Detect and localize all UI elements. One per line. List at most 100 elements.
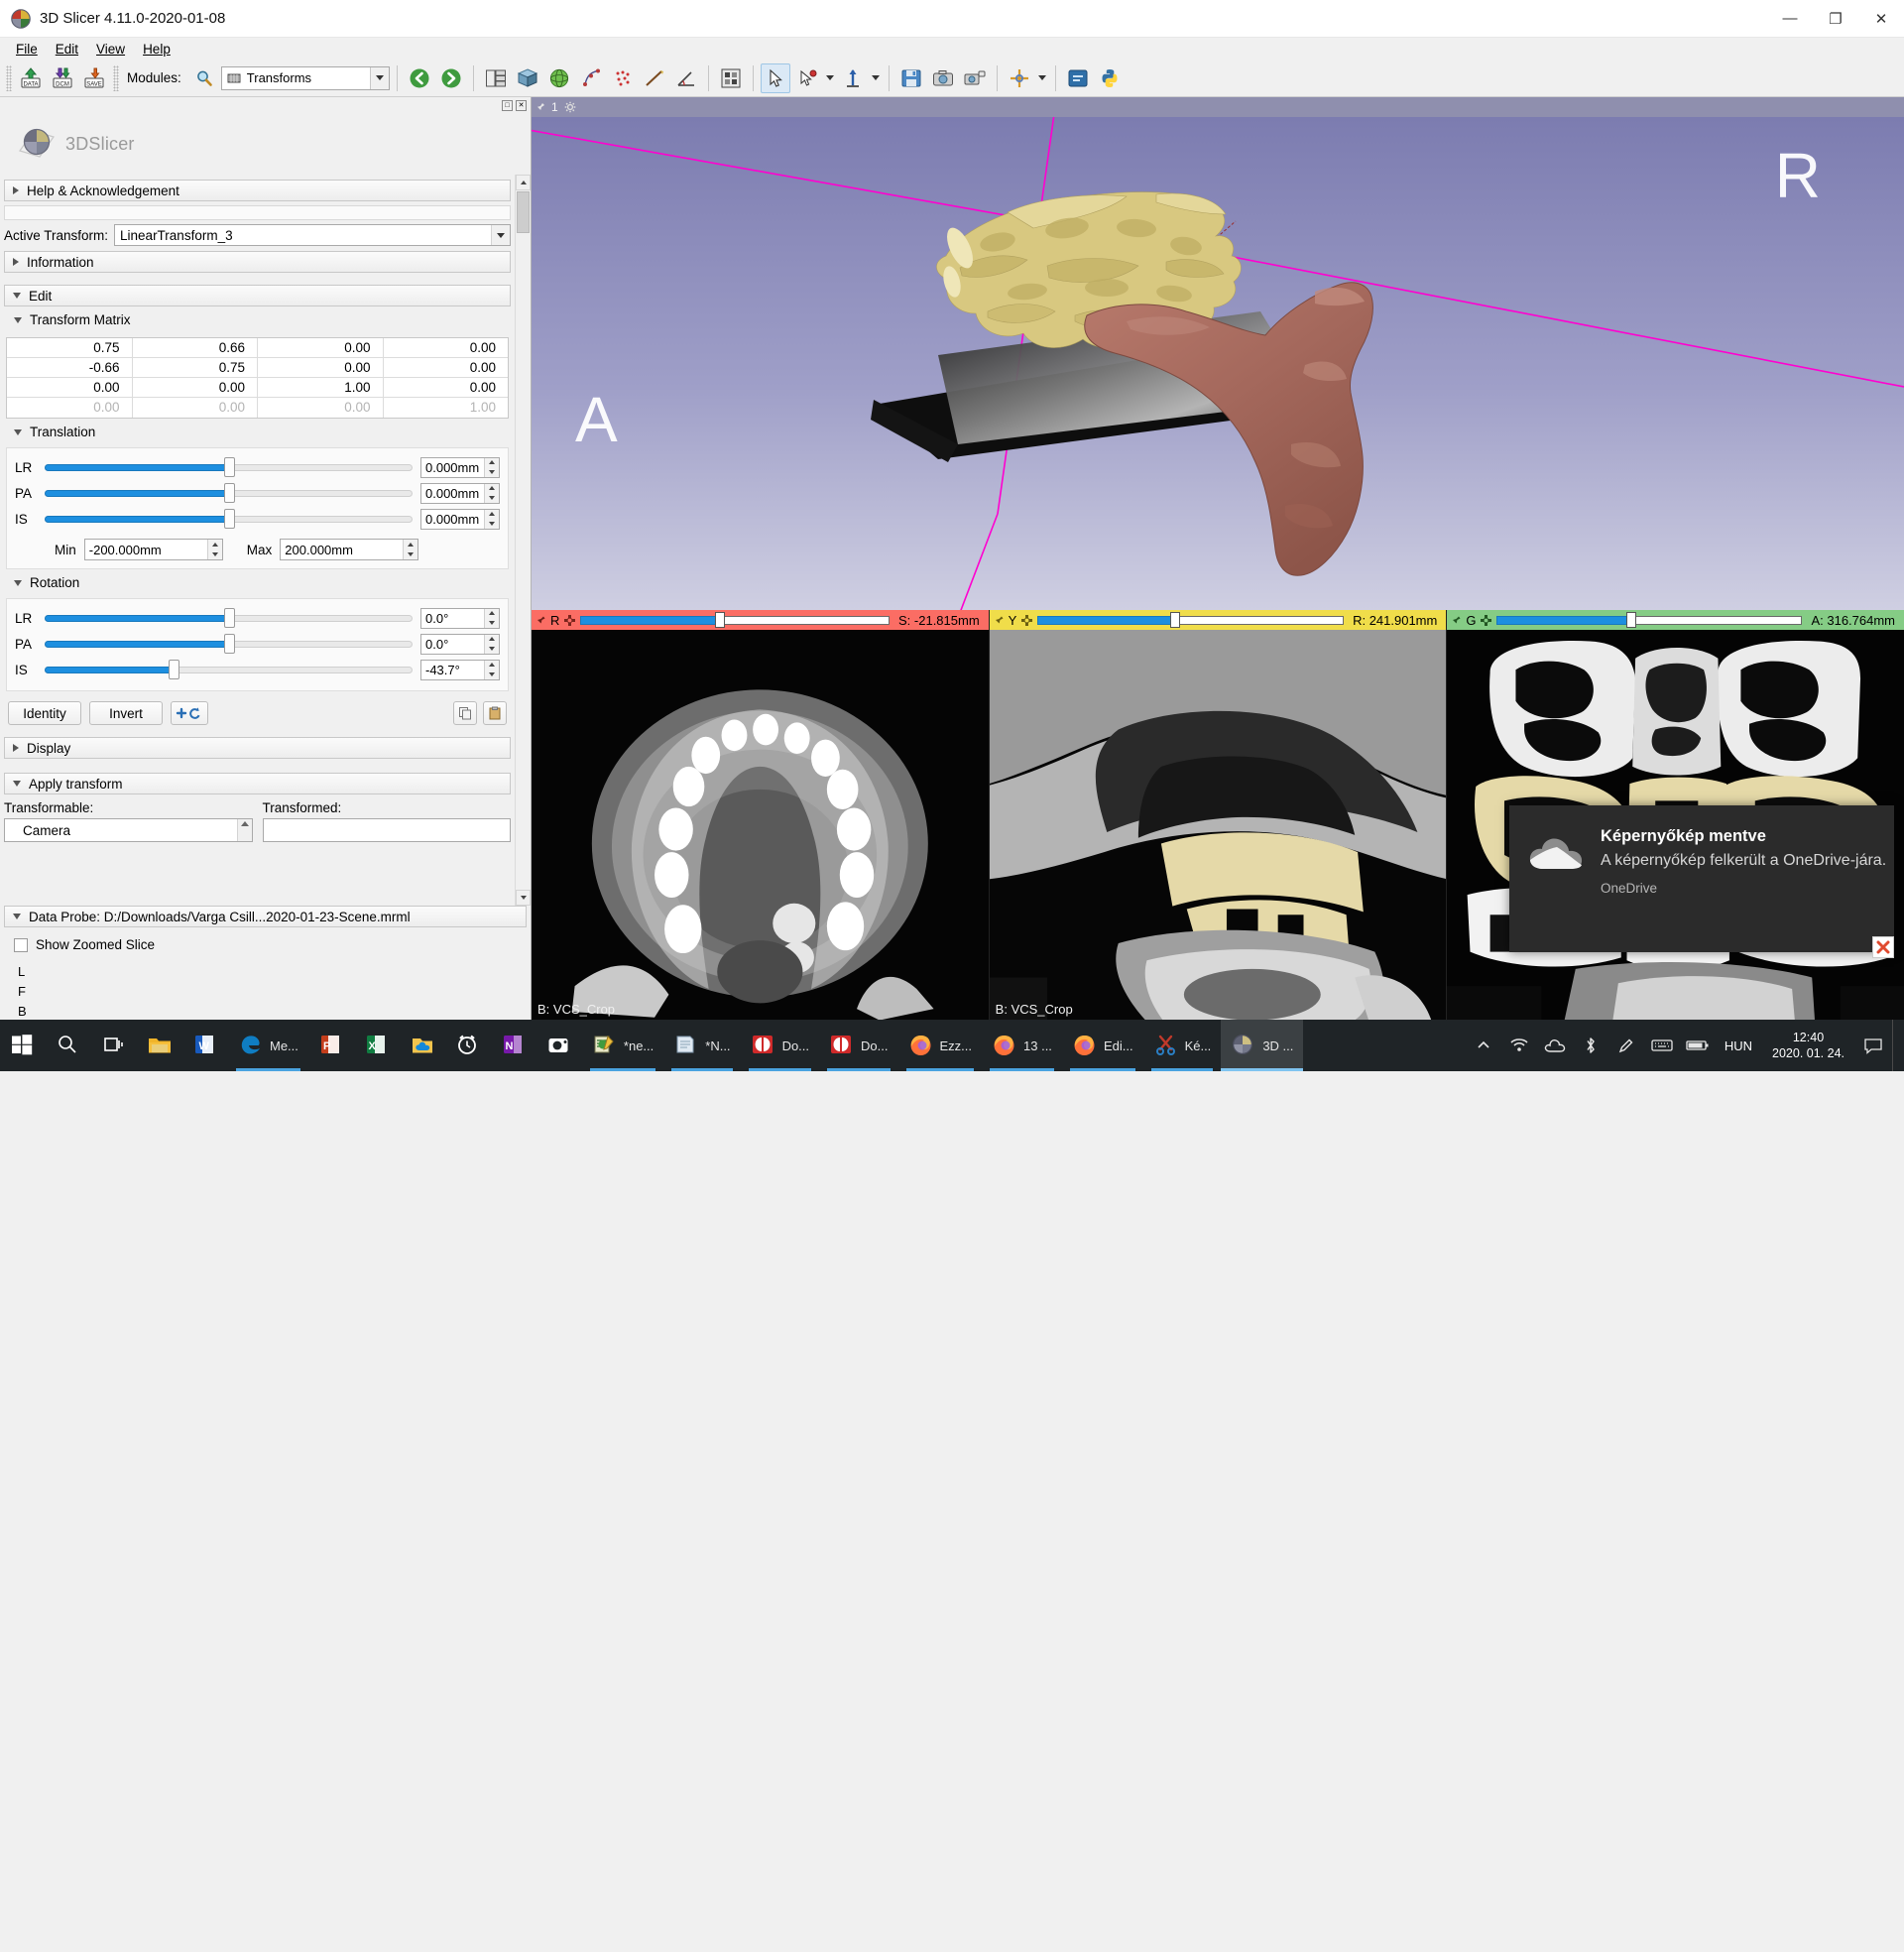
notepadpp-button[interactable]: *ne...	[582, 1020, 663, 1071]
tray-overflow-button[interactable]	[1467, 1020, 1500, 1071]
spin-buttons[interactable]	[403, 540, 417, 559]
section-information[interactable]: Information	[4, 251, 511, 273]
matrix-cell[interactable]: 0.00	[384, 378, 509, 398]
paste-button[interactable]	[483, 701, 507, 725]
minimize-button[interactable]: —	[1767, 0, 1813, 38]
menu-view[interactable]: View	[88, 40, 133, 59]
slider-handle[interactable]	[224, 634, 235, 654]
pin-icon[interactable]	[536, 615, 546, 626]
matrix-cell[interactable]: 0.00	[384, 358, 509, 378]
crosshair-button[interactable]	[1005, 63, 1034, 93]
slider-handle[interactable]	[224, 509, 235, 529]
slice-red-image[interactable]: B: VCS_Crop	[532, 630, 989, 1022]
slicer-taskbar-button[interactable]: 3D ...	[1221, 1020, 1303, 1071]
dicom-viewer-1-button[interactable]: Do...	[741, 1020, 819, 1071]
translation-lr-spinbox[interactable]: 0.000mm	[420, 457, 500, 478]
extension-manager-button[interactable]	[1063, 63, 1093, 93]
scroll-down-button[interactable]	[516, 890, 531, 906]
gear-icon[interactable]	[564, 101, 576, 113]
camera-button[interactable]	[536, 1020, 582, 1071]
pin-icon[interactable]	[536, 102, 545, 112]
spin-down-button[interactable]	[207, 549, 222, 559]
spin-up-button[interactable]	[484, 458, 499, 468]
clock-app-button[interactable]	[445, 1020, 491, 1071]
rotation-is-spinbox[interactable]: -43.7°	[420, 660, 500, 680]
python-console-button[interactable]	[1095, 63, 1125, 93]
start-button[interactable]	[0, 1020, 46, 1071]
active-transform-chevron-down-icon[interactable]	[491, 225, 510, 245]
visibility-eye-icon[interactable]	[1020, 614, 1033, 627]
active-transform-selector[interactable]: LinearTransform_3	[114, 224, 511, 246]
translation-pa-slider[interactable]	[45, 485, 413, 501]
load-dicom-button[interactable]: DCM	[48, 63, 77, 93]
pin-icon[interactable]	[1451, 615, 1462, 626]
scroll-up-button[interactable]	[516, 175, 531, 190]
ruler-tool-button[interactable]	[838, 63, 868, 93]
rotation-lr-slider[interactable]	[45, 610, 413, 626]
show-desktop-button[interactable]	[1892, 1020, 1900, 1071]
dicom-viewer-2-button[interactable]: Do...	[819, 1020, 897, 1071]
slice-green-offset-slider[interactable]	[1496, 613, 1802, 627]
spin-buttons[interactable]	[484, 484, 499, 503]
matrix-cell[interactable]: 0.00	[7, 378, 133, 398]
section-rotation[interactable]: Rotation	[4, 569, 511, 594]
keyboard-icon[interactable]	[1645, 1020, 1679, 1071]
onenote-button[interactable]: N	[491, 1020, 536, 1071]
menu-edit[interactable]: Edit	[48, 40, 86, 59]
transformed-list[interactable]	[263, 818, 512, 842]
matrix-cell[interactable]: 1.00	[258, 378, 384, 398]
invert-button[interactable]: Invert	[89, 701, 163, 725]
spin-down-button[interactable]	[484, 467, 499, 477]
slider-handle[interactable]	[169, 660, 179, 679]
spin-down-button[interactable]	[484, 618, 499, 628]
crosshair-chevron-down-icon[interactable]	[1036, 63, 1048, 93]
spin-down-button[interactable]	[403, 549, 417, 559]
rotation-is-slider[interactable]	[45, 662, 413, 677]
powerpoint-button[interactable]: P	[308, 1020, 354, 1071]
spin-up-button[interactable]	[484, 635, 499, 645]
menu-file[interactable]: File	[8, 40, 46, 59]
word-button[interactable]: W	[182, 1020, 228, 1071]
matrix-cell[interactable]: 0.00	[133, 378, 259, 398]
save-scene-button[interactable]	[896, 63, 926, 93]
section-edit[interactable]: Edit	[4, 285, 511, 306]
slider-handle[interactable]	[224, 483, 235, 503]
module-selector[interactable]: Transforms	[221, 66, 390, 90]
module-selector-chevron-down-icon[interactable]	[370, 67, 389, 89]
slider-handle[interactable]	[1170, 612, 1180, 628]
matrix-cell[interactable]: 0.00	[258, 338, 384, 358]
spin-down-button[interactable]	[484, 519, 499, 529]
snipping-tool-button[interactable]: Ké...	[1143, 1020, 1222, 1071]
transformable-item[interactable]: Camera	[23, 823, 70, 838]
slice-yellow-image[interactable]: B: VCS_Crop	[990, 630, 1447, 1022]
toast-close-button[interactable]	[1872, 936, 1894, 958]
search-button[interactable]	[46, 1020, 91, 1071]
spin-buttons[interactable]	[207, 540, 222, 559]
matrix-cell[interactable]: -0.66	[7, 358, 133, 378]
pen-icon[interactable]	[1609, 1020, 1643, 1071]
save-data-button[interactable]: SAVE	[79, 63, 109, 93]
screenshot-button[interactable]	[928, 63, 958, 93]
module-previous-button[interactable]	[405, 63, 434, 93]
firefox-1-button[interactable]: Ezz...	[898, 1020, 983, 1071]
spin-up-button[interactable]	[403, 540, 417, 549]
file-explorer-button[interactable]	[137, 1020, 182, 1071]
matrix-cell[interactable]: 0.75	[133, 358, 259, 378]
spin-up-button[interactable]	[484, 609, 499, 619]
matrix-cell[interactable]: 0.00	[384, 338, 509, 358]
onedrive-notification-toast[interactable]: Képernyőkép mentve A képernyőkép felkerü…	[1509, 805, 1894, 952]
transformable-scrollbar[interactable]	[237, 819, 252, 841]
slice-yellow-offset-slider[interactable]	[1037, 613, 1344, 627]
spin-buttons[interactable]	[484, 635, 499, 654]
matrix-cell[interactable]: 0.00	[258, 358, 384, 378]
module-search-icon[interactable]	[189, 63, 219, 93]
models-button[interactable]	[544, 63, 574, 93]
slice-red-offset-slider[interactable]	[580, 613, 890, 627]
excel-button[interactable]: X	[354, 1020, 400, 1071]
place-markup-chevron-down-icon[interactable]	[824, 63, 836, 93]
firefox-2-button[interactable]: 13 ...	[982, 1020, 1062, 1071]
visibility-eye-icon[interactable]	[1480, 614, 1492, 627]
volume-rendering-button[interactable]	[513, 63, 542, 93]
visibility-eye-icon[interactable]	[563, 614, 576, 627]
toolbar-grip[interactable]	[6, 65, 12, 91]
